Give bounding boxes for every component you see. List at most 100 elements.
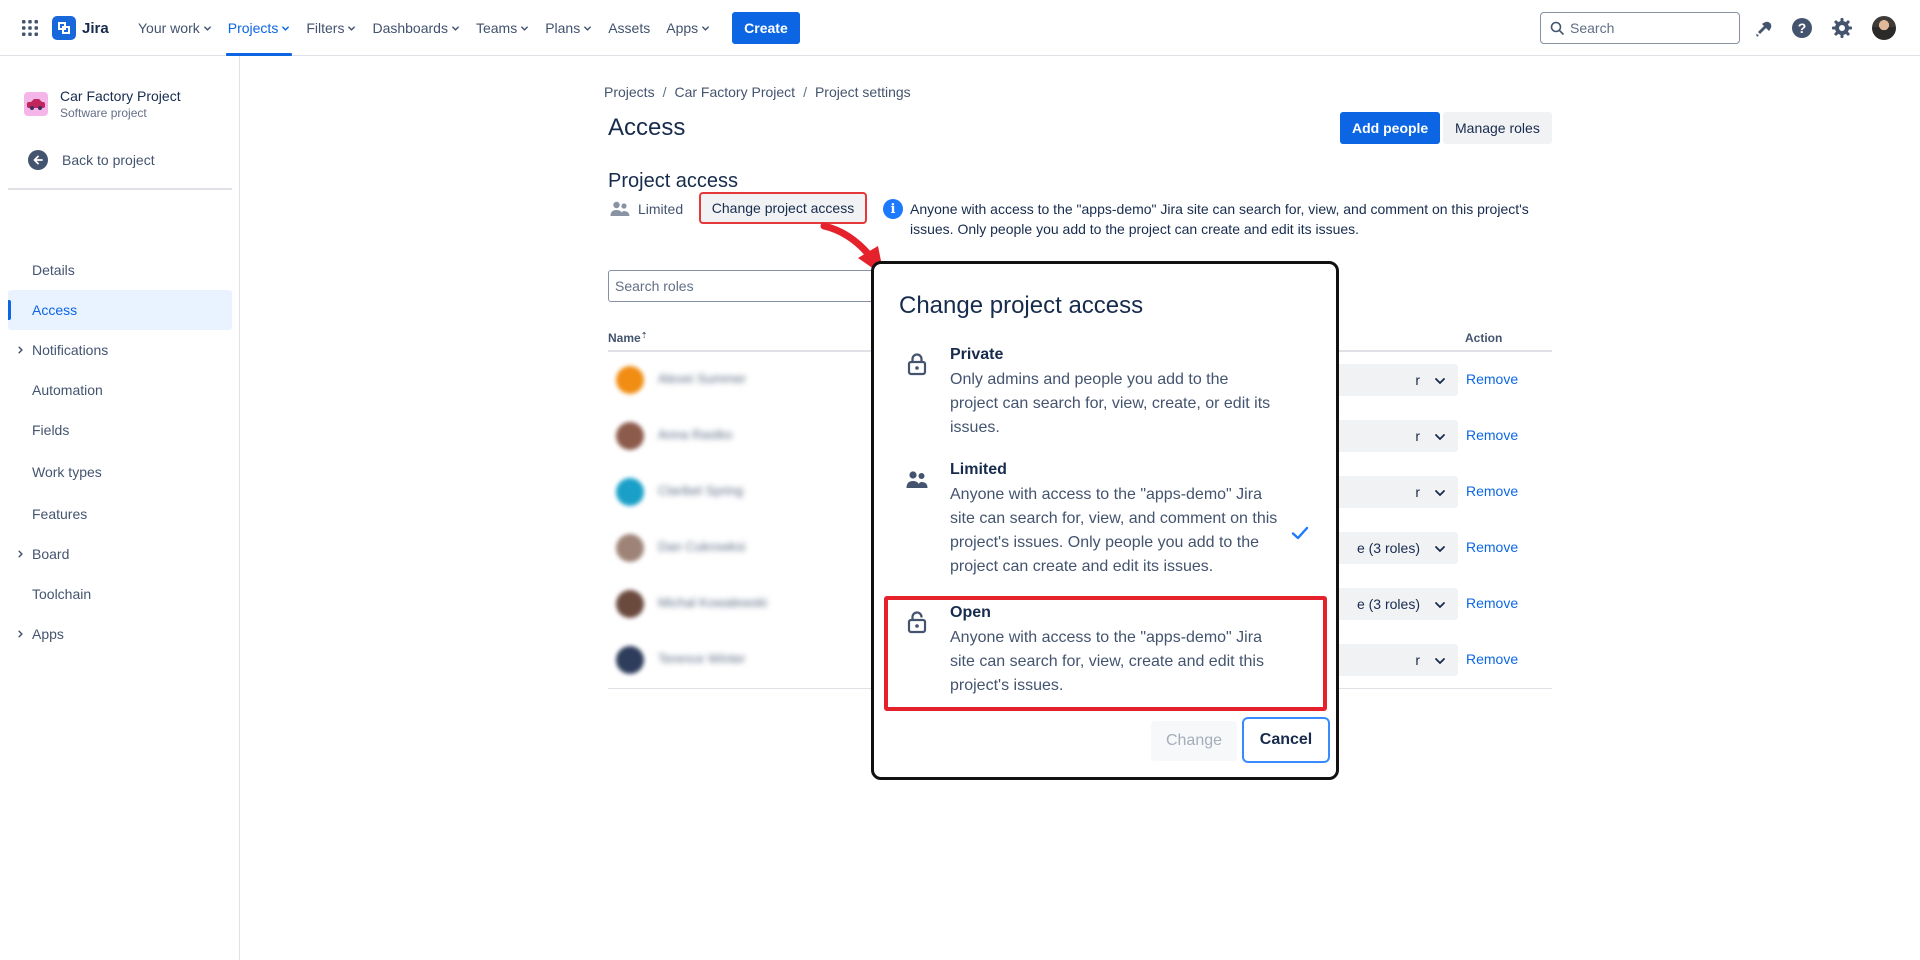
back-to-project-link[interactable]: Back to project <box>28 150 155 170</box>
member-name: Michal Kowalewski <box>658 595 768 610</box>
project-access-title: Project access <box>608 170 739 192</box>
breadcrumb-separator: / <box>803 84 807 100</box>
sidebar-item-label: Work types <box>32 464 102 480</box>
chevron-down-icon <box>584 25 592 31</box>
unlock-icon <box>907 611 927 634</box>
nav-apps[interactable]: Apps <box>658 0 718 56</box>
jira-logo-text: Jira <box>82 19 109 37</box>
avatar <box>616 478 644 506</box>
create-button[interactable]: Create <box>732 12 800 44</box>
notifications-icon[interactable] <box>1752 17 1774 39</box>
sidebar-item-board[interactable]: Board <box>8 534 232 574</box>
breadcrumb-separator: / <box>662 84 667 100</box>
sidebar-item-access[interactable]: Access <box>8 290 232 330</box>
add-people-button[interactable]: Add people <box>1340 112 1441 144</box>
chevron-down-icon <box>203 25 211 31</box>
chevron-right-icon <box>18 346 23 354</box>
nav-teams[interactable]: Teams <box>468 0 537 56</box>
checkmark-icon <box>1291 526 1309 540</box>
app-switcher-icon[interactable] <box>20 18 40 38</box>
avatar <box>616 422 644 450</box>
sidebar-item-details[interactable]: Details <box>8 250 232 290</box>
chevron-down-icon <box>1435 602 1445 609</box>
project-settings-sidebar: Car Factory Project Software project Bac… <box>0 56 240 960</box>
chevron-down-icon <box>521 25 529 31</box>
back-to-project-label: Back to project <box>62 152 155 168</box>
arrow-left-icon <box>28 150 48 170</box>
help-icon[interactable]: ? <box>1791 17 1813 39</box>
member-name: Alexei Summer <box>658 371 747 386</box>
jira-logo[interactable]: Jira <box>52 16 109 40</box>
nav-your-work[interactable]: Your work <box>130 0 220 56</box>
jira-logo-icon <box>52 16 76 40</box>
profile-avatar[interactable] <box>1872 16 1896 40</box>
nav-item-label: Assets <box>608 20 651 36</box>
access-option-open[interactable]: Open Anyone with access to the "apps-dem… <box>894 604 1322 699</box>
breadcrumb: Projects / Car Factory Project / Project… <box>604 84 911 100</box>
info-icon: i <box>883 199 903 219</box>
chevron-down-icon <box>282 25 290 31</box>
chevron-down-icon <box>1435 658 1445 665</box>
nav-item-label: Dashboards <box>372 20 448 36</box>
remove-link[interactable]: Remove <box>1466 483 1518 499</box>
nav-assets[interactable]: Assets <box>600 0 658 56</box>
chevron-down-icon <box>452 25 459 31</box>
remove-link[interactable]: Remove <box>1466 595 1518 611</box>
nav-plans[interactable]: Plans <box>537 0 600 56</box>
sidebar-item-notifications[interactable]: Notifications <box>8 330 232 370</box>
member-name: Claribel Spring <box>658 483 744 498</box>
nav-dashboards[interactable]: Dashboards <box>364 0 468 56</box>
remove-link[interactable]: Remove <box>1466 539 1518 555</box>
change-project-access-button[interactable]: Change project access <box>699 192 867 224</box>
option-description: Anyone with access to the "apps-demo" Ji… <box>950 486 1278 575</box>
nav-filters[interactable]: Filters <box>298 0 364 56</box>
nav-projects[interactable]: Projects <box>220 0 299 56</box>
sidebar-item-toolchain[interactable]: Toolchain <box>8 574 232 614</box>
sidebar-item-features[interactable]: Features <box>8 494 232 534</box>
remove-link[interactable]: Remove <box>1466 651 1518 667</box>
role-select-value: r <box>1415 428 1420 444</box>
role-select-value: r <box>1415 372 1420 388</box>
settings-icon[interactable] <box>1831 17 1853 39</box>
lock-icon <box>907 353 927 376</box>
access-option-limited[interactable]: Limited Anyone with access to the "apps-… <box>894 461 1322 576</box>
current-access-label: Limited <box>638 201 684 217</box>
name-column-header[interactable]: Name⇡ <box>608 331 647 345</box>
global-search[interactable] <box>1540 12 1740 44</box>
chevron-right-icon <box>18 630 23 638</box>
sidebar-item-apps[interactable]: Apps <box>8 614 232 654</box>
project-type: Software project <box>60 106 147 120</box>
project-header[interactable]: Car Factory Project Software project <box>24 88 181 120</box>
manage-roles-button[interactable]: Manage roles <box>1443 112 1552 144</box>
sidebar-item-work-types[interactable]: Work types <box>8 452 232 492</box>
access-option-private[interactable]: Private Only admins and people you add t… <box>894 346 1322 436</box>
people-icon <box>610 201 630 216</box>
search-input[interactable] <box>1570 20 1720 36</box>
action-column-header: Action <box>1465 331 1503 345</box>
breadcrumb-project[interactable]: Car Factory Project <box>674 84 795 100</box>
svg-text:?: ? <box>1798 20 1807 36</box>
breadcrumb-projects[interactable]: Projects <box>604 84 655 100</box>
project-name: Car Factory Project <box>60 88 181 104</box>
remove-link[interactable]: Remove <box>1466 371 1518 387</box>
role-select-value: e (3 roles) <box>1356 540 1420 556</box>
chevron-down-icon <box>1435 490 1445 497</box>
nav-item-label: Your work <box>138 20 200 36</box>
sidebar-item-fields[interactable]: Fields <box>8 410 232 450</box>
sidebar-item-label: Automation <box>32 382 103 398</box>
sidebar-item-label: Notifications <box>32 342 109 358</box>
role-select-value: r <box>1415 652 1420 668</box>
chevron-right-icon <box>18 550 23 558</box>
remove-link[interactable]: Remove <box>1466 427 1518 443</box>
avatar <box>616 366 644 394</box>
option-description: Only admins and people you add to the pr… <box>950 371 1271 436</box>
primary-nav: Your work Projects Filters Dashboards Teams P… <box>130 0 800 56</box>
sidebar-item-automation[interactable]: Automation <box>8 370 232 410</box>
nav-item-label: Apps <box>666 20 699 36</box>
breadcrumb-project-settings[interactable]: Project settings <box>815 84 911 100</box>
cancel-button[interactable]: Cancel <box>1242 717 1330 763</box>
change-button[interactable]: Change <box>1151 721 1237 761</box>
current-access-level: Limited <box>610 200 683 218</box>
chevron-down-icon <box>1435 378 1445 385</box>
role-select-value: e (3 roles) <box>1356 596 1420 612</box>
